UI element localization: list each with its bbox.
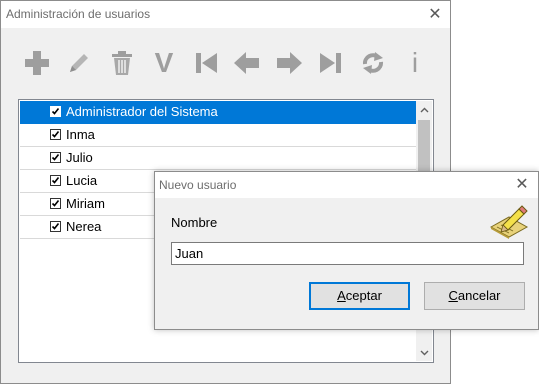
list-item-label: Administrador del Sistema <box>66 104 218 119</box>
scroll-up-icon[interactable] <box>416 101 432 118</box>
new-user-dialog: Nuevo usuario ✕ Nombre Aceptar Cancelar <box>154 171 539 330</box>
name-label: Nombre <box>171 215 218 230</box>
close-icon[interactable]: ✕ <box>419 1 451 28</box>
list-item-label: Miriam <box>66 196 105 211</box>
checkbox[interactable] <box>50 221 61 232</box>
previous-arrow-icon[interactable] <box>231 47 263 79</box>
title-bar[interactable]: Administración de usuarios ✕ <box>1 1 450 28</box>
list-item-label: Inma <box>66 127 95 142</box>
list-item[interactable]: Julio <box>20 147 416 170</box>
trash-icon[interactable] <box>106 47 138 79</box>
edit-pencil-icon[interactable] <box>63 47 95 79</box>
info-icon[interactable]: i <box>399 47 431 79</box>
scroll-thumb[interactable] <box>418 120 430 176</box>
last-record-icon[interactable] <box>315 47 347 79</box>
add-icon[interactable] <box>21 47 53 79</box>
refresh-icon[interactable] <box>357 47 389 79</box>
dialog-title: Nuevo usuario <box>159 178 237 192</box>
checkbox[interactable] <box>50 175 61 186</box>
checkbox[interactable] <box>50 106 61 117</box>
pencil-notepad-icon <box>489 205 529 239</box>
checkbox[interactable] <box>50 129 61 140</box>
checkbox[interactable] <box>50 152 61 163</box>
check-v-icon[interactable]: V <box>148 47 180 79</box>
list-item-label: Lucia <box>66 173 98 188</box>
checkbox[interactable] <box>50 198 61 209</box>
accept-button[interactable]: Aceptar <box>309 282 410 310</box>
window-title: Administración de usuarios <box>6 7 151 21</box>
name-input[interactable] <box>171 242 524 265</box>
list-item-label: Julio <box>66 150 93 165</box>
close-icon[interactable]: ✕ <box>506 172 538 198</box>
dialog-title-bar[interactable]: Nuevo usuario ✕ <box>155 172 538 198</box>
cancel-button[interactable]: Cancelar <box>424 282 525 310</box>
list-item[interactable]: Inma <box>20 124 416 147</box>
next-arrow-icon[interactable] <box>273 47 305 79</box>
list-item[interactable]: Administrador del Sistema <box>20 101 416 124</box>
scroll-down-icon[interactable] <box>416 344 432 361</box>
list-item-label: Nerea <box>66 219 102 234</box>
first-record-icon[interactable] <box>190 47 222 79</box>
